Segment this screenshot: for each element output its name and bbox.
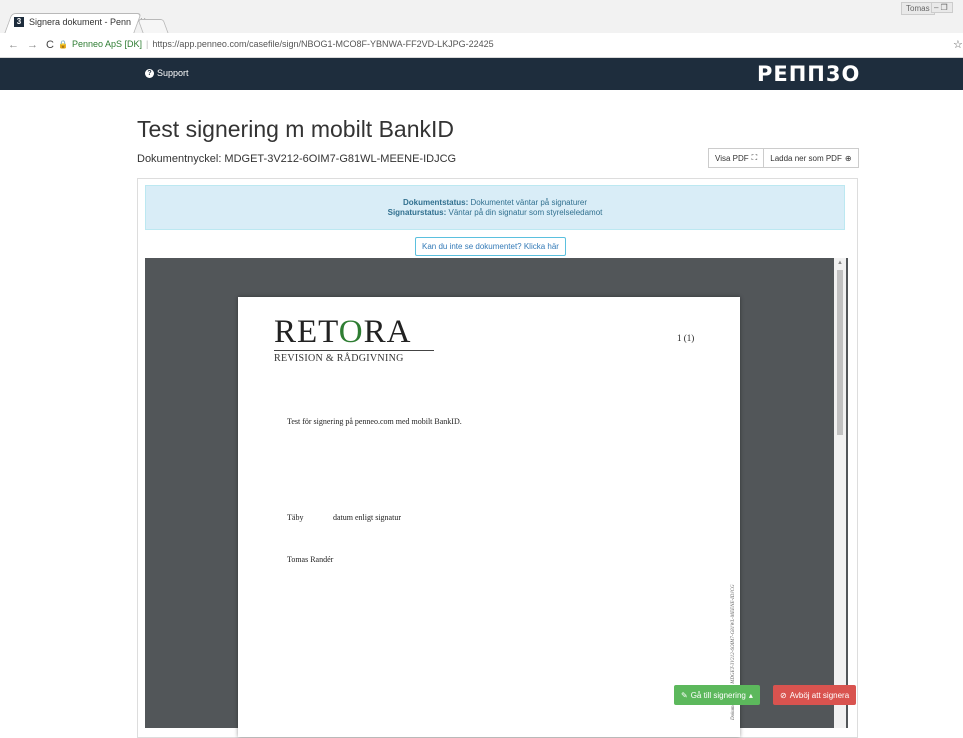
expand-icon: ⛶ xyxy=(751,153,758,162)
logo-subtitle: REVISION & RÅDGIVNING xyxy=(274,353,404,364)
url-text: https://app.penneo.com/casefile/sign/NBO… xyxy=(152,39,494,49)
address-bar: ← → C 🔒 Penneo ApS [DK] | https://app.pe… xyxy=(0,33,963,58)
penneo-favicon-icon: 3 xyxy=(14,16,24,27)
browser-tab-content[interactable]: 3 Signera dokument - Penn × xyxy=(14,16,146,27)
download-pdf-label: Ladda ner som PDF xyxy=(770,153,842,163)
url-separator: | xyxy=(146,39,149,49)
signature-status-value: Väntar på din signatur som styrelseledam… xyxy=(448,208,603,217)
document-body-line: Test för signering på penneo.com med mob… xyxy=(287,417,462,426)
signature-status-label: Signaturstatus: xyxy=(387,208,447,217)
view-pdf-label: Visa PDF xyxy=(715,153,749,163)
secure-origin-label: Penneo ApS [DK] xyxy=(71,39,143,49)
go-to-signing-label: Gå till signering xyxy=(690,690,746,700)
document-status-label: Dokumentstatus: xyxy=(402,198,469,207)
retora-logo: RETORA xyxy=(274,314,411,351)
pdf-button-group: Visa PDF ⛶ Ladda ner som PDF ⊕ xyxy=(708,148,859,168)
pencil-icon: ✎ xyxy=(681,690,688,700)
support-link[interactable]: ? Support xyxy=(145,68,189,78)
go-to-signing-button[interactable]: ✎ Gå till signering ▴ xyxy=(674,685,760,705)
download-pdf-button[interactable]: Ladda ner som PDF ⊕ xyxy=(764,148,859,168)
scroll-up-arrow-icon[interactable]: ▲ xyxy=(837,260,843,266)
app-navbar: ? Support PEΠΠ3O xyxy=(0,58,963,90)
reload-icon[interactable]: C xyxy=(46,39,54,51)
logo-part-1: RET xyxy=(274,314,339,350)
download-icon: ⊕ xyxy=(844,153,852,163)
forward-arrow-icon[interactable]: → xyxy=(27,39,38,51)
penneo-logo[interactable]: PEΠΠ3O xyxy=(757,62,860,86)
viewer-scroll-thumb[interactable] xyxy=(837,270,843,435)
reject-signing-button[interactable]: ⊘ Avböj att signera xyxy=(773,685,857,705)
ban-icon: ⊘ xyxy=(780,690,787,700)
lock-icon: 🔒 xyxy=(58,39,68,49)
page-title: Test signering m mobilt BankID xyxy=(137,116,455,142)
document-status-value: Dokumentet väntar på signaturer xyxy=(470,198,588,207)
bookmark-star-icon[interactable]: ☆ xyxy=(953,38,963,51)
back-arrow-icon[interactable]: ← xyxy=(8,39,19,51)
document-place: Täby xyxy=(287,513,304,522)
window-controls[interactable]: –❐ xyxy=(931,2,953,13)
page-number: 1 (1) xyxy=(677,333,695,343)
new-tab-button[interactable] xyxy=(137,19,169,33)
caret-up-icon: ▴ xyxy=(748,690,753,700)
logo-part-o: O xyxy=(338,314,364,350)
document-key: Dokumentnyckel: MDGET-3V212-6OIM7-G81WL-… xyxy=(137,153,457,165)
view-pdf-button[interactable]: Visa PDF ⛶ xyxy=(708,148,765,168)
logo-part-2: RA xyxy=(363,314,412,350)
nav-buttons: ← → C xyxy=(8,39,54,51)
document-status-line: Dokumentstatus: Dokumentet väntar på sig… xyxy=(146,198,844,208)
browser-user-chip[interactable]: Tomas xyxy=(901,2,935,15)
document-signer-name: Tomas Randér xyxy=(287,555,334,564)
cant-see-document-button[interactable]: Kan du inte se dokumentet? Klicka här xyxy=(415,237,566,256)
question-circle-icon: ? xyxy=(145,68,154,78)
tab-title: Signera dokument - Penn xyxy=(29,16,132,27)
logo-divider xyxy=(274,350,434,351)
support-label: Support xyxy=(157,68,189,78)
reject-signing-label: Avböj att signera xyxy=(789,690,850,700)
browser-tabstrip: 3 Signera dokument - Penn × Tomas –❐ xyxy=(0,0,963,33)
document-date-line: datum enligt signatur xyxy=(333,513,401,522)
url-field[interactable]: 🔒 Penneo ApS [DK] | https://app.penneo.c… xyxy=(58,39,494,49)
status-alert: Dokumentstatus: Dokumentet väntar på sig… xyxy=(145,185,845,230)
signature-status-line: Signaturstatus: Väntar på din signatur s… xyxy=(146,208,844,218)
